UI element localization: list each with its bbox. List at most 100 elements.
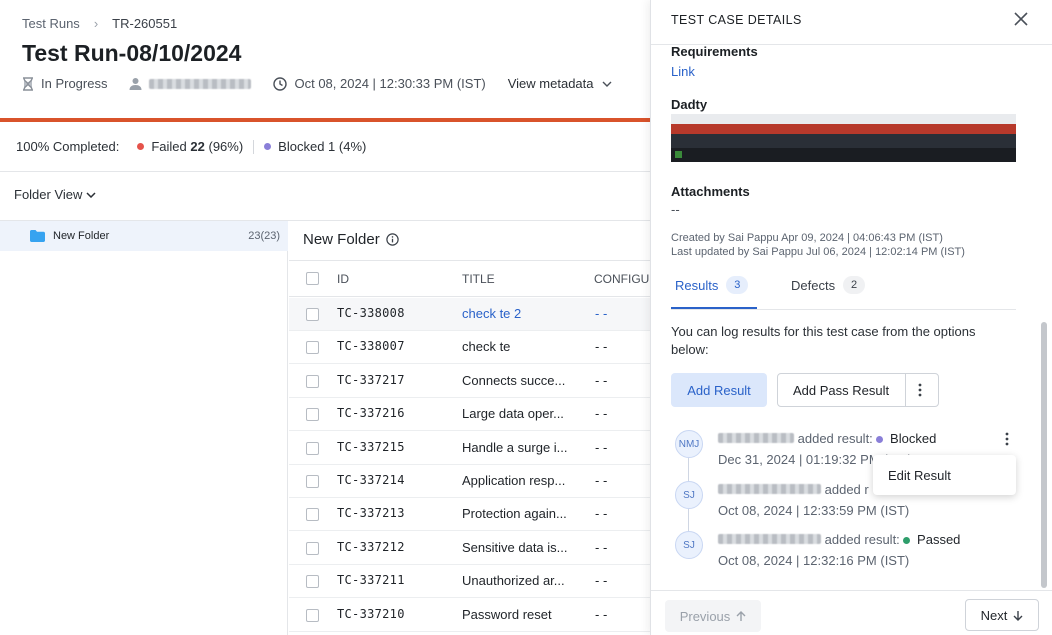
- table-header: ID TITLE CONFIGU: [289, 260, 650, 297]
- breadcrumb-separator: ›: [93, 16, 99, 31]
- table-row[interactable]: TC-337217 Connects succe... - -: [289, 365, 650, 398]
- row-checkbox[interactable]: [306, 308, 319, 321]
- test-case-configuration: - -: [595, 306, 608, 321]
- select-all-checkbox[interactable]: [306, 272, 319, 285]
- test-case-title[interactable]: Protection again...: [462, 506, 567, 521]
- test-case-id: TC-337211: [337, 573, 405, 588]
- test-case-title[interactable]: Sensitive data is...: [462, 540, 568, 555]
- more-vertical-icon[interactable]: [1005, 432, 1009, 446]
- column-configuration[interactable]: CONFIGU: [594, 272, 649, 286]
- add-result-button[interactable]: Add Result: [671, 373, 767, 407]
- info-icon[interactable]: [386, 233, 399, 246]
- test-case-id: TC-337214: [337, 473, 405, 487]
- result-context-menu: Edit Result: [873, 455, 1016, 495]
- test-case-table: New Folder ID TITLE CONFIGU TC-338008 che…: [289, 221, 650, 635]
- folder-tree: New Folder 23(23): [0, 221, 288, 635]
- folder-item-new-folder[interactable]: New Folder 23(23): [0, 221, 288, 251]
- row-checkbox[interactable]: [306, 408, 319, 422]
- table-row[interactable]: TC-337213 Protection again... - -: [289, 498, 650, 532]
- test-case-title[interactable]: Large data oper...: [462, 406, 564, 421]
- folder-view-dropdown[interactable]: Folder View: [14, 187, 96, 202]
- tab-results-label: Results: [675, 277, 719, 293]
- test-case-id: TC-337210: [337, 606, 405, 621]
- close-icon[interactable]: [1012, 10, 1030, 28]
- test-run-main: Test Runs › TR-260551 Test Run-08/10/202…: [0, 0, 650, 635]
- row-checkbox[interactable]: [306, 608, 319, 622]
- table-row[interactable]: TC-337212 Sensitive data is... - -: [289, 532, 650, 565]
- failed-pct: (96%): [208, 139, 244, 154]
- dadty-label: Dadty: [671, 97, 708, 112]
- test-case-title[interactable]: check te: [462, 339, 510, 354]
- previous-label: Previous: [679, 608, 731, 624]
- test-case-id: TC-338007: [337, 339, 405, 354]
- test-case-title[interactable]: Application resp...: [462, 473, 565, 488]
- tab-defects[interactable]: Defects 2: [791, 276, 866, 294]
- run-meta: In Progress Oct 08, 2024 | 12:30:33 PM (…: [22, 76, 612, 91]
- updated-info: Last updated by Sai Pappu Jul 06, 2024 |…: [671, 246, 965, 258]
- screenshot-address-bar: [671, 114, 1016, 124]
- table-row[interactable]: TC-337211 Unauthorized ar... - -: [289, 565, 650, 599]
- test-case-configuration: - -: [595, 372, 608, 388]
- row-checkbox[interactable]: [306, 441, 319, 455]
- result-action: added r: [824, 482, 869, 497]
- test-case-title[interactable]: Password reset: [462, 607, 552, 622]
- dadty-screenshot-image[interactable]: [671, 114, 1016, 162]
- view-metadata-button[interactable]: View metadata: [508, 76, 612, 91]
- test-case-configuration: - -: [595, 406, 608, 422]
- panel-scrollbar[interactable]: [1041, 322, 1047, 588]
- table-row[interactable]: TC-338008 check te 2 - -: [289, 298, 650, 331]
- run-date-text: Oct 08, 2024 | 12:30:33 PM (IST): [294, 76, 486, 91]
- row-checkbox[interactable]: [306, 475, 319, 488]
- arrow-up-icon: [736, 610, 746, 621]
- column-id[interactable]: ID: [337, 272, 349, 286]
- avatar: SJ: [675, 531, 703, 559]
- table-title-text: New Folder: [303, 231, 380, 248]
- breadcrumb-current: TR-260551: [112, 16, 178, 31]
- test-case-title[interactable]: Connects succe...: [462, 373, 565, 388]
- table-row[interactable]: TC-338007 check te - -: [289, 331, 650, 365]
- screenshot-green-square: [675, 151, 682, 158]
- result-entry: added result: Blocked: [718, 431, 936, 446]
- more-vertical-icon[interactable]: [918, 383, 922, 397]
- panel-footer: Previous Next: [651, 590, 1052, 635]
- add-pass-result-label: Add Pass Result: [793, 382, 890, 398]
- test-case-details-panel: TEST CASE DETAILS Requirements Link Dadt…: [650, 0, 1052, 635]
- test-case-id: TC-337212: [337, 539, 405, 554]
- row-checkbox[interactable]: [306, 374, 319, 388]
- breadcrumb-test-runs[interactable]: Test Runs: [22, 16, 80, 31]
- result-entry: added result: Passed: [718, 532, 960, 547]
- column-title[interactable]: TITLE: [462, 272, 495, 286]
- tab-results[interactable]: Results 3: [675, 276, 749, 294]
- user-name-redacted: [718, 534, 821, 544]
- edit-result-menu-item[interactable]: Edit Result: [888, 468, 951, 483]
- run-status-text: In Progress: [41, 76, 108, 91]
- test-case-title[interactable]: Unauthorized ar...: [462, 573, 565, 588]
- next-button[interactable]: Next: [965, 599, 1039, 631]
- blocked-count: 1: [328, 139, 336, 154]
- table-row[interactable]: TC-337215 Handle a surge i... - -: [289, 432, 650, 465]
- table-row[interactable]: TC-337210 Password reset - -: [289, 599, 650, 632]
- test-case-title[interactable]: Handle a surge i...: [462, 440, 568, 455]
- user-name-redacted: [718, 484, 821, 494]
- row-checkbox[interactable]: [306, 341, 319, 355]
- hourglass-icon: [23, 76, 33, 91]
- result-time: Oct 08, 2024 | 12:33:59 PM (IST): [718, 503, 910, 518]
- table-row[interactable]: TC-337214 Application resp... - -: [289, 465, 650, 498]
- test-case-title[interactable]: check te 2: [462, 306, 521, 321]
- row-checkbox[interactable]: [306, 541, 319, 555]
- test-case-configuration: - -: [595, 539, 608, 555]
- add-pass-result-button[interactable]: Add Pass Result: [777, 373, 939, 407]
- row-checkbox[interactable]: [306, 508, 319, 522]
- chevron-down-icon: [86, 191, 96, 198]
- run-assignee: [129, 77, 252, 90]
- table-row[interactable]: TC-337216 Large data oper... - -: [289, 398, 650, 432]
- previous-button[interactable]: Previous: [665, 600, 761, 632]
- result-status: Blocked: [890, 431, 937, 446]
- row-checkbox[interactable]: [306, 575, 319, 589]
- page-title: Test Run-08/10/2024: [22, 40, 242, 66]
- screenshot-toolbar: [671, 134, 1016, 148]
- completion-summary: 100% Completed: Failed 22 (96%) Blocked …: [16, 139, 366, 154]
- result-status: Passed: [917, 532, 961, 547]
- requirements-link[interactable]: Link: [671, 64, 695, 79]
- divider: [0, 171, 650, 172]
